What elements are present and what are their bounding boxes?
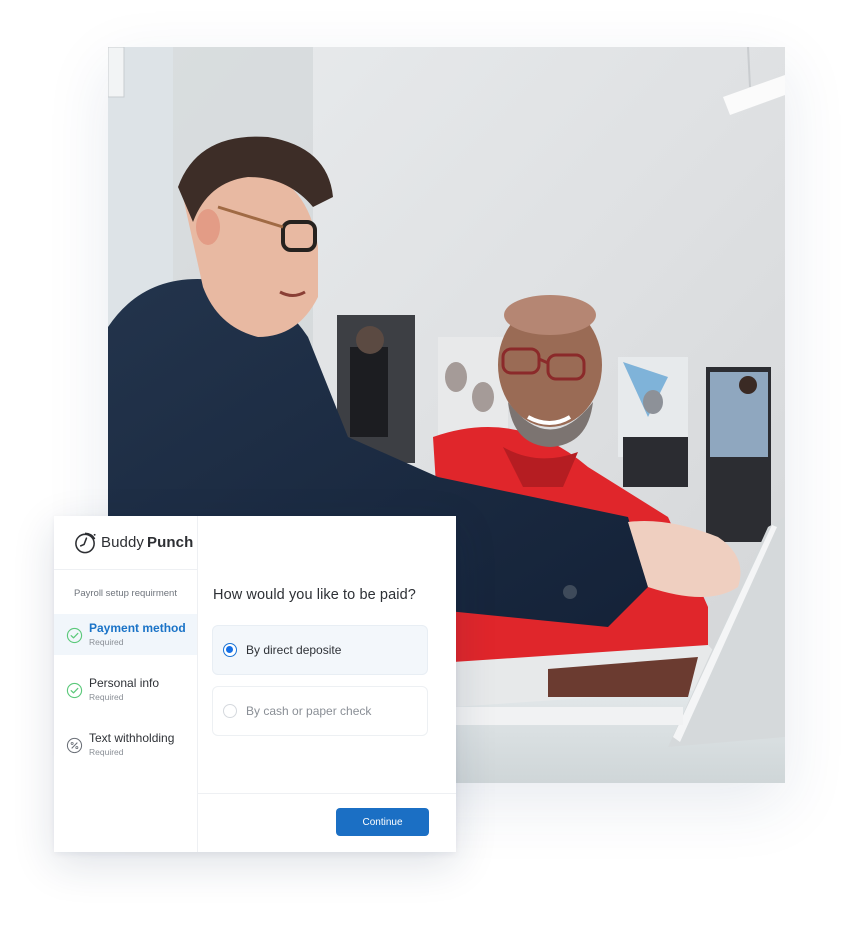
brand-name-bold: Punch (147, 534, 194, 551)
percent-circle-icon (66, 737, 83, 754)
brand-name-light: Buddy (101, 534, 145, 551)
setup-sidebar: Buddy Punch Payroll setup requirment Paym… (54, 516, 198, 852)
step-personal-info[interactable]: Personal info Required (54, 669, 197, 710)
check-circle-icon (66, 627, 83, 644)
step-text-withholding[interactable]: Text withholding Required (54, 724, 197, 765)
option-label: By cash or paper check (246, 704, 372, 718)
payment-method-panel: How would you like to be paid? By direct… (198, 516, 456, 852)
brand-logo: Buddy Punch (54, 516, 197, 570)
option-cash-or-check[interactable]: By cash or paper check (212, 686, 428, 736)
option-label: By direct deposite (246, 643, 342, 657)
stopwatch-icon (75, 532, 96, 554)
continue-button[interactable]: Continue (336, 808, 429, 836)
option-direct-deposit[interactable]: By direct deposite (212, 625, 428, 675)
question-heading: How would you like to be paid? (213, 587, 416, 603)
step-status: Required (89, 637, 124, 647)
footer-divider (198, 793, 456, 794)
step-status: Required (89, 747, 124, 757)
sidebar-title: Payroll setup requirment (74, 588, 177, 599)
radio-selected[interactable] (223, 643, 237, 657)
step-label: Payment method (89, 621, 186, 635)
step-payment-method[interactable]: Payment method Required (54, 614, 197, 655)
step-label: Text withholding (89, 731, 175, 745)
step-status: Required (89, 692, 124, 702)
step-label: Personal info (89, 676, 160, 690)
brand-name: Buddy Punch (101, 534, 193, 551)
check-circle-icon (66, 682, 83, 699)
radio-unselected[interactable] (223, 704, 237, 718)
steps-list: Payment method Required Personal info Re… (54, 614, 197, 765)
payroll-setup-card: Buddy Punch Payroll setup requirment Paym… (54, 516, 456, 852)
wall-frame (108, 47, 125, 98)
